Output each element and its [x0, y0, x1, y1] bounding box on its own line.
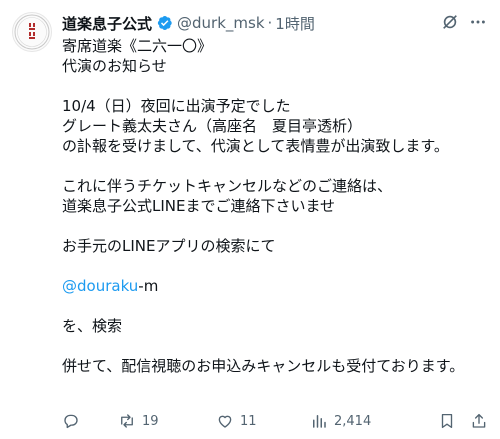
text-line: 代演のお知らせ	[62, 57, 167, 75]
mention-suffix: -m	[138, 277, 159, 295]
views-button[interactable]: 2,414	[310, 412, 406, 430]
separator-dot: ·	[267, 14, 273, 32]
like-icon	[218, 415, 232, 428]
more-icon[interactable]	[468, 12, 488, 32]
text-line: グレート義太夫さん（高座名 夏目亭透析）	[62, 117, 363, 135]
reply-button[interactable]	[62, 412, 118, 430]
retweet-count: 19	[142, 413, 159, 429]
reply-icon	[64, 414, 78, 429]
share-button[interactable]	[470, 412, 488, 430]
text-line: これに伴うチケットキャンセルなどのご連絡は、	[62, 177, 393, 195]
timestamp[interactable]: 1時間	[275, 13, 315, 34]
text-line: お手元のLINEアプリの検索にて	[62, 237, 276, 255]
like-button[interactable]: 11	[216, 412, 310, 430]
views-icon	[313, 415, 326, 428]
views-count: 2,414	[334, 413, 372, 429]
text-line: を、検索	[62, 317, 123, 335]
mention-link[interactable]: @douraku	[62, 277, 138, 295]
tweet-text: 寄席道楽《二六一〇》 代演のお知らせ 10/4（日）夜回に出演予定でした グレー…	[62, 36, 482, 376]
retweet-icon	[121, 414, 133, 428]
bookmark-button[interactable]	[438, 412, 456, 430]
retweet-button[interactable]: 19	[118, 412, 216, 430]
like-count: 11	[240, 413, 257, 429]
handle[interactable]: @durk_msk	[177, 14, 265, 32]
bookmark-icon	[441, 413, 453, 429]
text-line: 寄席道楽《二六一〇》	[62, 37, 213, 55]
verified-badge-icon	[155, 14, 173, 32]
text-line: 道楽息子公式LINEまでご連絡下さいませ	[62, 197, 336, 215]
avatar[interactable]	[12, 12, 52, 52]
grok-icon[interactable]	[440, 12, 460, 32]
tweet-header: 道楽息子公式 @durk_msk · 1時間	[62, 12, 488, 34]
mention-line: @douraku-m	[62, 276, 482, 296]
tweet[interactable]: 道楽息子公式 @durk_msk · 1時間 寄席道楽《二六一〇》 代演のお知ら…	[0, 0, 500, 439]
text-line: 10/4（日）夜回に出演予定でした	[62, 97, 291, 115]
share-icon	[472, 413, 486, 428]
action-bar: 19 11 2,414	[62, 411, 488, 431]
text-line: 併せて、配信視聴のお申込みキャンセルも受付ております。	[62, 357, 465, 375]
text-line: の訃報を受けまして、代演として表情豊が出演致します。	[62, 137, 449, 155]
display-name[interactable]: 道楽息子公式	[62, 13, 152, 34]
avatar-logo	[14, 14, 50, 50]
